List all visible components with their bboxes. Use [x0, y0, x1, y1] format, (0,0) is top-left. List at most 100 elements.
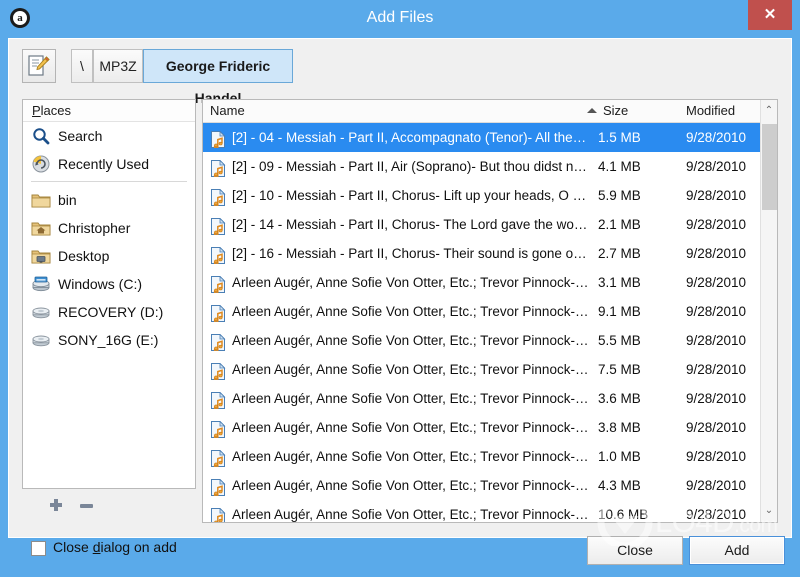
place-item-windows-c[interactable]: Windows (C:)	[23, 270, 195, 298]
add-files-dialog: a Add Files ✕ \ MP3Z George Frideric Han…	[0, 0, 800, 565]
file-list-scrollbar[interactable]: ⌃ ⌄	[760, 100, 777, 522]
mp3-file-icon	[210, 187, 226, 207]
mp3-file-icon	[210, 361, 226, 381]
mp3-file-icon	[210, 506, 226, 522]
file-row[interactable]: [2] - 14 - Messiah - Part II, Chorus- Th…	[203, 210, 761, 239]
mp3-file-icon	[210, 216, 226, 236]
breadcrumb-item-mp3z[interactable]: MP3Z	[93, 49, 143, 83]
file-name: [2] - 10 - Messiah - Part II, Chorus- Li…	[232, 188, 590, 203]
file-row[interactable]: Arleen Augér, Anne Sofie Von Otter, Etc.…	[203, 442, 761, 471]
dialog-client-area: \ MP3Z George Frideric Handel Places Sea…	[8, 38, 792, 565]
file-name: Arleen Augér, Anne Sofie Von Otter, Etc.…	[232, 304, 590, 319]
place-item-recovery-d[interactable]: RECOVERY (D:)	[23, 298, 195, 326]
file-name: Arleen Augér, Anne Sofie Von Otter, Etc.…	[232, 478, 590, 493]
place-item-label: Christopher	[58, 220, 131, 236]
file-row[interactable]: Arleen Augér, Anne Sofie Von Otter, Etc.…	[203, 326, 761, 355]
hard-drive-system-icon	[31, 274, 51, 294]
file-name: Arleen Augér, Anne Sofie Von Otter, Etc.…	[232, 275, 590, 290]
file-modified: 9/28/2010	[686, 217, 747, 232]
file-modified: 9/28/2010	[686, 449, 747, 464]
file-modified: 9/28/2010	[686, 130, 747, 145]
file-name: [2] - 14 - Messiah - Part II, Chorus- Th…	[232, 217, 590, 232]
place-item-recently-used[interactable]: Recently Used	[23, 150, 195, 178]
file-row[interactable]: Arleen Augér, Anne Sofie Von Otter, Etc.…	[203, 471, 761, 500]
breadcrumb-item-current[interactable]: George Frideric Handel	[143, 49, 293, 106]
file-modified: 9/28/2010	[686, 159, 747, 174]
place-item-desktop[interactable]: Desktop	[23, 242, 195, 270]
place-item-sony-16g-e[interactable]: SONY_16G (E:)	[23, 326, 195, 354]
file-size: 1.5 MB	[598, 130, 641, 145]
close-button[interactable]: Close	[587, 536, 683, 565]
remove-place-button[interactable]	[74, 495, 98, 517]
file-name: Arleen Augér, Anne Sofie Von Otter, Etc.…	[232, 420, 590, 435]
file-modified: 9/28/2010	[686, 478, 747, 493]
column-header-modified[interactable]: Modified	[686, 100, 771, 122]
add-button[interactable]: Add	[689, 536, 785, 565]
file-modified: 9/28/2010	[686, 420, 747, 435]
path-edit-button[interactable]	[22, 49, 56, 83]
scrollbar-thumb[interactable]	[762, 124, 777, 210]
file-size: 5.5 MB	[598, 333, 641, 348]
file-row[interactable]: Arleen Augér, Anne Sofie Von Otter, Etc.…	[203, 384, 761, 413]
file-row[interactable]: [2] - 10 - Messiah - Part II, Chorus- Li…	[203, 181, 761, 210]
breadcrumb-item-root[interactable]: \	[71, 49, 93, 83]
file-row[interactable]: Arleen Augér, Anne Sofie Von Otter, Etc.…	[203, 355, 761, 384]
file-row[interactable]: Arleen Augér, Anne Sofie Von Otter, Etc.…	[203, 500, 761, 522]
place-item-label: bin	[58, 192, 77, 208]
close-dialog-on-add-label[interactable]: Close dialog on add	[53, 539, 177, 555]
title-bar: a Add Files ✕	[0, 0, 800, 38]
mp3-file-icon	[210, 448, 226, 468]
place-item-search[interactable]: Search	[23, 122, 195, 150]
place-item-label: SONY_16G (E:)	[58, 332, 159, 348]
file-size: 9.1 MB	[598, 304, 641, 319]
file-modified: 9/28/2010	[686, 391, 747, 406]
mp3-file-icon	[210, 303, 226, 323]
file-name: [2] - 04 - Messiah - Part II, Accompagna…	[232, 130, 590, 145]
file-row[interactable]: Arleen Augér, Anne Sofie Von Otter, Etc.…	[203, 297, 761, 326]
mp3-file-icon	[210, 129, 226, 149]
mp3-file-icon	[210, 274, 226, 294]
column-header-name[interactable]: Name	[210, 100, 590, 122]
file-modified: 9/28/2010	[686, 188, 747, 203]
place-item-bin[interactable]: bin	[23, 186, 195, 214]
file-size: 2.7 MB	[598, 246, 641, 261]
close-window-button[interactable]: ✕	[748, 0, 792, 30]
file-size: 10.6 MB	[598, 507, 649, 522]
file-size: 3.8 MB	[598, 420, 641, 435]
recently-used-clock-icon	[31, 154, 51, 174]
file-modified: 9/28/2010	[686, 246, 747, 261]
dialog-footer: Close dialog on add Close Add	[9, 527, 791, 577]
sort-ascending-icon	[587, 108, 597, 113]
file-name: [2] - 09 - Messiah - Part II, Air (Sopra…	[232, 159, 590, 174]
close-dialog-on-add-checkbox[interactable]	[31, 541, 46, 556]
column-header-size[interactable]: Size	[603, 100, 673, 122]
file-size: 7.5 MB	[598, 362, 641, 377]
scroll-down-icon[interactable]: ⌄	[761, 500, 777, 522]
file-row[interactable]: [2] - 16 - Messiah - Part II, Chorus- Th…	[203, 239, 761, 268]
file-row[interactable]: Arleen Augér, Anne Sofie Von Otter, Etc.…	[203, 268, 761, 297]
place-item-christopher[interactable]: Christopher	[23, 214, 195, 242]
add-place-button[interactable]	[44, 495, 68, 517]
file-row[interactable]: [2] - 09 - Messiah - Part II, Air (Sopra…	[203, 152, 761, 181]
file-size: 3.6 MB	[598, 391, 641, 406]
file-list: Name Size Modified [2] - 04 - Messiah - …	[202, 99, 778, 523]
mp3-file-icon	[210, 390, 226, 410]
file-size: 2.1 MB	[598, 217, 641, 232]
file-row[interactable]: [2] - 04 - Messiah - Part II, Accompagna…	[203, 123, 761, 152]
scroll-up-icon[interactable]: ⌃	[761, 100, 777, 122]
place-item-label: RECOVERY (D:)	[58, 304, 164, 320]
places-list: Search Recently Used bin Christopher Desktop…	[23, 122, 195, 354]
place-item-label: Search	[58, 128, 103, 144]
file-list-header: Name Size Modified	[203, 100, 777, 123]
file-row[interactable]: Arleen Augér, Anne Sofie Von Otter, Etc.…	[203, 413, 761, 442]
breadcrumb: \ MP3Z George Frideric Handel	[9, 39, 791, 106]
hard-drive-icon	[31, 330, 51, 350]
search-magnifier-icon	[31, 126, 51, 146]
file-size: 5.9 MB	[598, 188, 641, 203]
file-name: Arleen Augér, Anne Sofie Von Otter, Etc.…	[232, 333, 590, 348]
places-header: Places	[23, 100, 195, 122]
mp3-file-icon	[210, 419, 226, 439]
file-name: Arleen Augér, Anne Sofie Von Otter, Etc.…	[232, 507, 590, 522]
hard-drive-icon	[31, 302, 51, 322]
mp3-file-icon	[210, 332, 226, 352]
